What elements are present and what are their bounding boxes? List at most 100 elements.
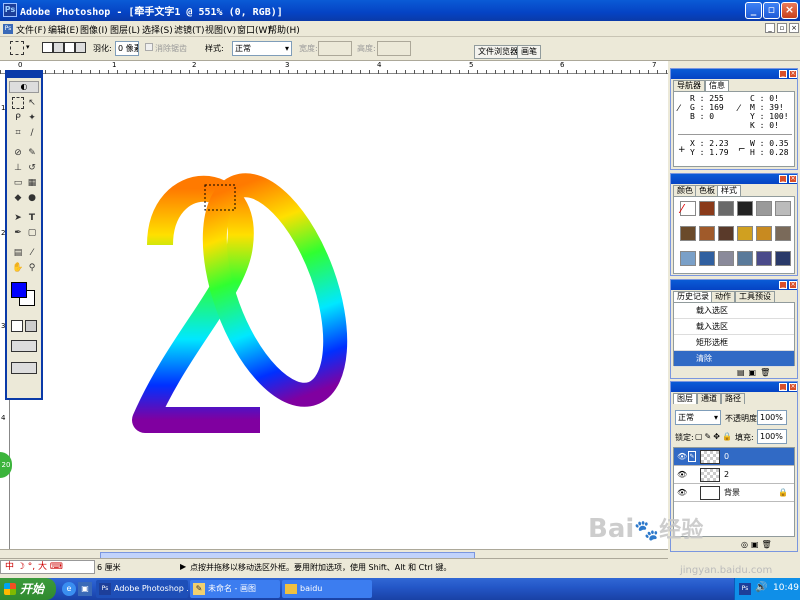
history-item-selected[interactable]: 清除 xyxy=(674,351,794,367)
intersect-selection-icon[interactable] xyxy=(75,42,86,53)
doc-close-button[interactable]: × xyxy=(789,23,799,33)
taskbar-paint[interactable]: ✎ 未命名 - 画图 xyxy=(190,580,280,598)
history-item[interactable]: 载入选区 xyxy=(674,319,794,335)
tab-color[interactable]: 颜色 xyxy=(673,185,697,196)
panel-minimize-icon[interactable]: _ xyxy=(779,383,787,391)
add-selection-icon[interactable] xyxy=(53,42,64,53)
notes-tool-icon[interactable]: ▤ xyxy=(12,247,24,259)
style-swatch[interactable] xyxy=(737,251,753,266)
brush-tool-icon[interactable]: ✎ xyxy=(26,147,38,159)
eye-icon[interactable]: 👁 xyxy=(677,448,687,466)
menu-window[interactable]: 窗口(W) xyxy=(237,23,271,36)
layer-row[interactable]: 👁 2 xyxy=(674,466,794,484)
style-swatch[interactable] xyxy=(756,251,772,266)
marquee-preset-icon[interactable] xyxy=(10,41,24,55)
marquee-tool-icon[interactable] xyxy=(12,97,24,109)
tab-info[interactable]: 信息 xyxy=(705,80,729,91)
tab-paths[interactable]: 路径 xyxy=(721,393,745,404)
width-input[interactable] xyxy=(318,41,352,56)
menu-help[interactable]: 帮助(H) xyxy=(268,23,300,36)
style-swatch[interactable]: ⁄ xyxy=(680,201,696,216)
move-tool-icon[interactable]: ↖ xyxy=(26,97,38,109)
adobe-online-icon[interactable]: ◐ xyxy=(9,81,39,93)
tab-swatches[interactable]: 色板 xyxy=(695,185,719,196)
doc-restore-button[interactable]: ▫ xyxy=(777,23,787,33)
eye-icon[interactable]: 👁 xyxy=(677,466,687,484)
path-select-icon[interactable]: ➤ xyxy=(12,212,24,224)
tab-channels[interactable]: 通道 xyxy=(697,393,721,404)
tray-app-icon[interactable]: Ps xyxy=(739,583,751,595)
ie-icon[interactable]: e xyxy=(62,582,76,596)
crop-tool-icon[interactable]: ⌗ xyxy=(12,127,24,139)
menu-filter[interactable]: 滤镜(T) xyxy=(174,23,205,36)
foreground-color-swatch[interactable] xyxy=(11,282,27,298)
style-swatch[interactable] xyxy=(699,201,715,216)
style-swatch[interactable] xyxy=(718,201,734,216)
minimize-button[interactable]: _ xyxy=(745,2,762,19)
zoom-tool-icon[interactable]: ⚲ xyxy=(26,262,38,274)
close-button[interactable]: × xyxy=(781,2,798,19)
menu-image[interactable]: 图像(I) xyxy=(80,23,108,36)
style-swatch[interactable] xyxy=(699,251,715,266)
style-swatch[interactable] xyxy=(775,251,791,266)
tab-layers[interactable]: 图层 xyxy=(673,393,697,404)
lock-icons[interactable]: ▢✎✥🔒 xyxy=(695,432,734,441)
standard-mode-icon[interactable] xyxy=(11,320,23,332)
tab-styles[interactable]: 样式 xyxy=(717,185,741,196)
style-swatch[interactable] xyxy=(737,226,753,241)
menu-layer[interactable]: 图层(L) xyxy=(110,23,140,36)
restore-button[interactable]: ▫ xyxy=(763,2,780,19)
toolbox-header[interactable] xyxy=(7,72,41,78)
panel-close-icon[interactable]: × xyxy=(789,383,797,391)
menu-edit[interactable]: 编辑(E) xyxy=(48,23,79,36)
panel-header[interactable]: _ × xyxy=(671,280,797,290)
doc-minimize-button[interactable]: _ xyxy=(765,23,775,33)
tab-tool-presets[interactable]: 工具预设 xyxy=(735,291,775,302)
layer-row-selected[interactable]: 👁 ✎ 0 xyxy=(674,448,794,466)
feather-input[interactable]: 0 像素 xyxy=(115,41,139,56)
tab-navigator[interactable]: 导航器 xyxy=(673,80,705,91)
panel-minimize-icon[interactable]: _ xyxy=(779,175,787,183)
panel-header[interactable]: _ × xyxy=(671,69,797,79)
tab-actions[interactable]: 动作 xyxy=(711,291,735,302)
eye-icon[interactable]: 👁 xyxy=(677,484,687,502)
tab-history[interactable]: 历史记录 xyxy=(673,291,713,302)
panel-minimize-icon[interactable]: _ xyxy=(779,70,787,78)
clone-stamp-icon[interactable]: ⊥ xyxy=(12,162,24,174)
layers-footer-icons[interactable]: ◎▣🗑 xyxy=(741,540,775,549)
new-selection-icon[interactable] xyxy=(42,42,53,53)
style-swatch[interactable] xyxy=(737,201,753,216)
height-input[interactable] xyxy=(377,41,411,56)
history-brush-icon[interactable]: ↺ xyxy=(26,162,38,174)
brushes-tab[interactable]: 画笔 xyxy=(517,45,541,59)
blend-mode-select[interactable]: 正常 ▾ xyxy=(675,410,721,425)
panel-close-icon[interactable]: × xyxy=(789,175,797,183)
screen-mode-icon[interactable] xyxy=(11,340,37,352)
style-swatch[interactable] xyxy=(680,226,696,241)
dodge-tool-icon[interactable]: ● xyxy=(26,192,38,204)
layer-row[interactable]: 👁 背景 🔒 xyxy=(674,484,794,502)
eraser-tool-icon[interactable]: ▭ xyxy=(12,177,24,189)
style-swatch[interactable] xyxy=(718,226,734,241)
opacity-input[interactable]: 100% xyxy=(757,410,787,425)
subtract-selection-icon[interactable] xyxy=(64,42,75,53)
style-swatch[interactable] xyxy=(756,201,772,216)
style-select[interactable]: 正常 ▾ xyxy=(232,41,292,56)
pen-tool-icon[interactable]: ✒ xyxy=(12,227,24,239)
shape-tool-icon[interactable]: ▢ xyxy=(26,227,38,239)
slice-tool-icon[interactable]: ∕ xyxy=(26,127,38,139)
taskbar-photoshop[interactable]: Ps Adobe Photoshop ... xyxy=(96,580,188,598)
menu-view[interactable]: 视图(V) xyxy=(205,23,236,36)
ime-bar[interactable]: 中 ☽ °, 大 ⌨ xyxy=(0,560,95,574)
style-swatch[interactable] xyxy=(775,226,791,241)
style-swatch[interactable] xyxy=(756,226,772,241)
volume-icon[interactable]: 🔊 xyxy=(755,582,767,593)
history-item[interactable]: 载入选区 xyxy=(674,303,794,319)
blur-tool-icon[interactable]: ◆ xyxy=(12,192,24,204)
document-icon[interactable]: Ps xyxy=(3,24,13,34)
hand-tool-icon[interactable]: ✋ xyxy=(12,262,24,274)
taskbar-folder[interactable]: baidu xyxy=(282,580,372,598)
fill-input[interactable]: 100% xyxy=(757,429,787,444)
menu-file[interactable]: 文件(F) xyxy=(16,23,46,36)
chevron-down-icon[interactable]: ▾ xyxy=(26,43,30,51)
